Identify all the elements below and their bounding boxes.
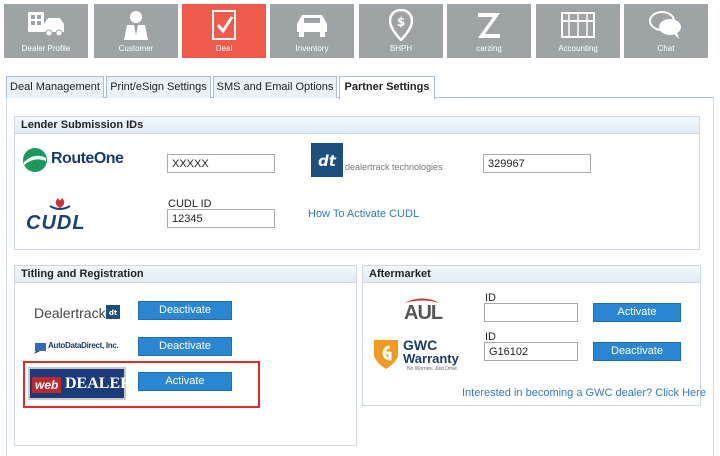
autodatadirect-logo-text: AutoDataDirect, Inc. bbox=[48, 341, 119, 350]
routeone-logo-text: RouteOne bbox=[51, 150, 124, 167]
nav-label: Deal bbox=[215, 44, 233, 53]
dealertrack-deactivate-button[interactable]: Deactivate bbox=[138, 301, 232, 320]
customer-icon bbox=[94, 9, 178, 41]
dealertrack-title-logo-text: Dealertrack bbox=[34, 305, 106, 321]
gwc-warranty-logo: GWC Warranty No Worries. Just Drive. bbox=[373, 337, 473, 373]
nav-accounting[interactable]: Accounting bbox=[536, 4, 620, 58]
gwc-warranty-text: Warranty bbox=[403, 351, 459, 366]
carzing-icon bbox=[447, 9, 531, 41]
nav-inventory[interactable]: Inventory bbox=[270, 4, 354, 58]
tab-print-esign-settings[interactable]: Print/eSign Settings bbox=[106, 76, 211, 98]
dealertrack-logo: Dealertrack dt bbox=[34, 302, 124, 322]
nav-bhph[interactable]: $ BHPH bbox=[359, 4, 443, 58]
nav-label: Inventory bbox=[295, 44, 329, 53]
bhph-icon: $ bbox=[359, 9, 443, 41]
nav-label: carzing bbox=[476, 44, 502, 53]
dealertrack-logo-text: dealertrack technologies bbox=[345, 162, 443, 172]
aftermarket-panel: Aftermarket bbox=[362, 265, 701, 406]
panel-title: Titling and Registration bbox=[15, 266, 356, 283]
cudl-id-input[interactable] bbox=[167, 209, 275, 228]
cudl-logo-text: CUDL bbox=[26, 212, 86, 234]
lender-submission-panel: Lender Submission IDs bbox=[14, 116, 700, 250]
svg-text:$: $ bbox=[397, 15, 405, 29]
panel-title: Aftermarket bbox=[363, 266, 700, 283]
svg-text:dt: dt bbox=[109, 309, 118, 317]
nav-dealer-profile[interactable]: Dealer Profile bbox=[4, 4, 88, 58]
accounting-icon bbox=[536, 9, 620, 41]
nav-label: Customer bbox=[118, 44, 154, 53]
nav-chat[interactable]: Chat bbox=[624, 4, 708, 58]
tab-deal-management[interactable]: Deal Management bbox=[6, 76, 104, 98]
tab-bar: Deal Management Print/eSign Settings SMS… bbox=[6, 76, 714, 99]
nav-label: Dealer Profile bbox=[21, 44, 71, 53]
gwc-shield-icon bbox=[374, 340, 398, 369]
deal-icon bbox=[182, 9, 266, 41]
top-nav: Dealer Profile Customer Deal Inventory $… bbox=[4, 4, 716, 58]
aul-id-input[interactable] bbox=[484, 303, 578, 322]
aul-logo-text: AUL bbox=[404, 302, 443, 324]
panel-title: Lender Submission IDs bbox=[15, 117, 699, 134]
dealertrack-id-input[interactable] bbox=[483, 154, 591, 173]
nav-label: Accounting bbox=[558, 44, 598, 53]
gwc-dealer-click-here-link[interactable]: Interested in becoming a GWC dealer? Cli… bbox=[462, 387, 706, 399]
nav-customer[interactable]: Customer bbox=[94, 4, 178, 58]
nav-label: BHPH bbox=[389, 44, 413, 53]
nav-deal[interactable]: Deal bbox=[182, 4, 266, 58]
autodatadirect-logo: AutoDataDirect, Inc. bbox=[34, 338, 134, 356]
routeone-id-input[interactable] bbox=[167, 154, 275, 173]
dealertrack-technologies-logo: dt dealertrack technologies bbox=[311, 143, 451, 179]
tab-sms-email-options[interactable]: SMS and Email Options bbox=[213, 76, 337, 98]
gwc-deactivate-button[interactable]: Deactivate bbox=[593, 342, 681, 361]
webdealer-highlight-box bbox=[23, 361, 260, 408]
cudl-logo: CUDL bbox=[24, 196, 98, 234]
tab-partner-settings[interactable]: Partner Settings bbox=[339, 76, 435, 99]
dealer-profile-icon bbox=[4, 9, 88, 41]
svg-text:dt: dt bbox=[318, 152, 337, 170]
dealertrack-mark-icon: dt bbox=[106, 305, 120, 319]
inventory-icon bbox=[270, 9, 354, 41]
gwc-id-input[interactable] bbox=[484, 342, 578, 361]
gwc-tagline-text: No Worries. Just Drive. bbox=[407, 366, 459, 372]
nav-label: Chat bbox=[657, 44, 675, 53]
nav-carzing[interactable]: carzing bbox=[447, 4, 531, 58]
aul-activate-button[interactable]: Activate bbox=[593, 303, 681, 322]
autodatadirect-deactivate-button[interactable]: Deactivate bbox=[138, 337, 232, 356]
autodatadirect-mark-icon bbox=[34, 343, 46, 354]
routeone-logo: RouteOne bbox=[22, 146, 132, 174]
aul-logo: AUL bbox=[402, 296, 446, 326]
chat-icon bbox=[624, 9, 708, 41]
how-to-activate-cudl-link[interactable]: How To Activate CUDL bbox=[308, 208, 419, 220]
